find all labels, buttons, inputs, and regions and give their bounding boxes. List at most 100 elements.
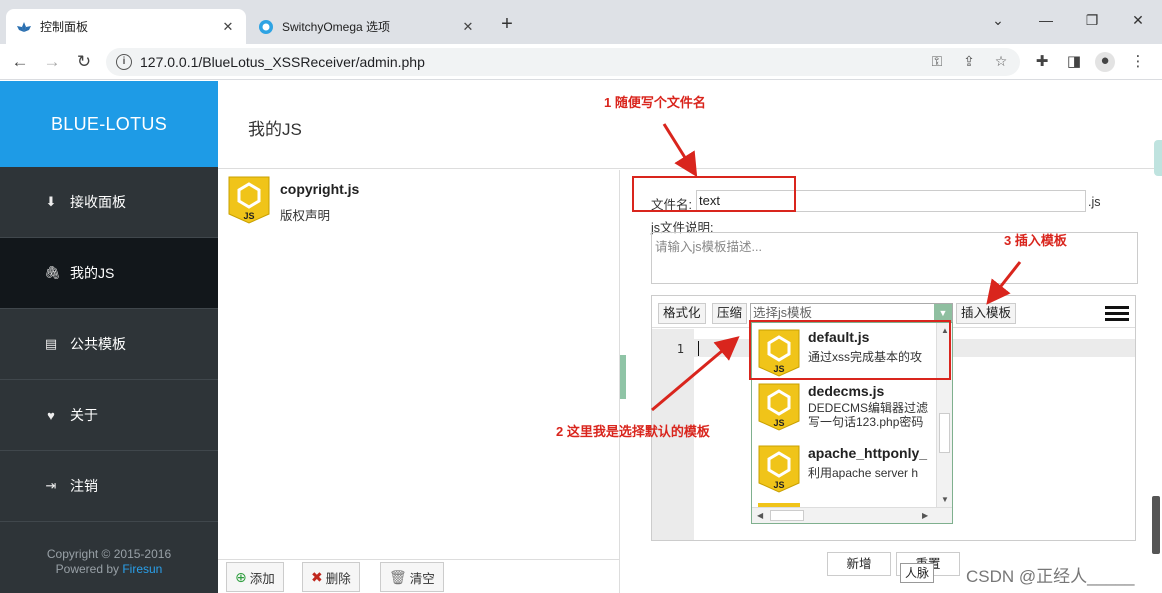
reload-icon[interactable]: ↻	[72, 50, 96, 74]
add-js-button[interactable]: ⊕ 添加	[226, 562, 284, 592]
page-title: 我的JS	[248, 120, 302, 139]
share-icon[interactable]: ⇪	[960, 53, 978, 71]
clear-label: 清空	[409, 571, 435, 586]
sidebar-item-logout[interactable]: ⇥ 注销	[0, 451, 218, 522]
js-list-pane: JS copyright.js 版权声明 ⊕ 添加 ✖ 删除 🗑 清空	[218, 170, 620, 593]
back-arrow-icon[interactable]: ←	[8, 50, 32, 74]
scroll-edge-handle	[1152, 496, 1160, 554]
template-desc: 利用apache server h	[808, 466, 919, 480]
svg-text:JS: JS	[773, 418, 784, 428]
template-name: dedecms.js	[808, 383, 885, 399]
scroll-right-icon[interactable]: ▶	[922, 511, 928, 520]
heart-icon: ♥	[47, 407, 55, 423]
lotus-favicon-icon	[16, 19, 32, 35]
add-label: 添加	[249, 571, 275, 586]
sidebar-item-my-js[interactable]: 🖇 我的JS	[0, 238, 218, 309]
format-button[interactable]: 格式化	[658, 303, 706, 324]
browser-menu-icon[interactable]: ⋮	[1128, 52, 1148, 72]
template-desc: DEDECMS编辑器过滤	[808, 401, 929, 415]
dropdown-horizontal-scrollbar[interactable]: ◀ ▶	[752, 507, 952, 523]
firesun-link[interactable]: Firesun	[122, 562, 162, 576]
scroll-thumb[interactable]	[770, 510, 804, 521]
list-footer: ⊕ 添加 ✖ 删除 🗑 清空	[218, 559, 620, 593]
pane-splitter-handle[interactable]	[620, 355, 626, 399]
restore-window-icon[interactable]: ❐	[1080, 12, 1104, 34]
password-key-icon[interactable]: ⚿	[928, 53, 946, 71]
delete-x-icon: ✖	[311, 568, 323, 585]
browser-toolbar: ← → ↻ i 127.0.0.1/BlueLotus_XSSReceiver/…	[0, 44, 1162, 80]
document-icon: ▤	[44, 336, 58, 351]
close-window-icon[interactable]: ✕	[1126, 12, 1150, 34]
sidebar-item-label: 接收面板	[70, 194, 126, 210]
filename-suffix: .js	[1088, 195, 1101, 209]
svg-text:JS: JS	[243, 211, 254, 221]
ime-tooltip: 人脉	[900, 563, 934, 583]
sidebar-item-public-templates[interactable]: ▤ 公共模板	[0, 309, 218, 380]
sidebar: BLUE-LOTUS ⬇ 接收面板 🖇 我的JS ▤ 公共模板 ♥ 关于 ⇥ 注…	[0, 81, 218, 593]
extensions-puzzle-icon[interactable]: ✚	[1032, 52, 1052, 72]
address-url: 127.0.0.1/BlueLotus_XSSReceiver/admin.ph…	[140, 54, 425, 70]
download-tray-icon: ⬇	[45, 194, 57, 209]
add-new-button[interactable]: 新增	[827, 552, 891, 576]
list-item[interactable]: JS apache_httponly_ 利用apache server h	[758, 445, 927, 493]
tab-title: 控制面板	[40, 20, 89, 34]
sidebar-item-label: 注销	[70, 478, 98, 494]
brand-title[interactable]: BLUE-LOTUS	[0, 81, 218, 167]
delete-label: 删除	[325, 571, 351, 586]
minimize-window-icon[interactable]: —	[1034, 12, 1058, 34]
js-badge-icon: JS	[758, 383, 800, 431]
bookmark-star-icon[interactable]: ☆	[992, 53, 1010, 71]
sign-out-icon: ⇥	[45, 478, 57, 493]
scroll-thumb[interactable]	[939, 413, 950, 453]
sidebar-item-about[interactable]: ♥ 关于	[0, 380, 218, 451]
trash-icon: 🗑	[389, 568, 407, 585]
scroll-left-icon[interactable]: ◀	[757, 511, 763, 520]
tab-close-icon[interactable]: ✕	[220, 19, 236, 35]
insert-template-button[interactable]: 插入模板	[956, 303, 1017, 324]
copyright-footer: Copyright © 2015-2016 Powered by Firesun	[0, 547, 218, 577]
clear-js-button[interactable]: 🗑 清空	[380, 562, 444, 592]
annotation-step1: 1 随便写个文件名	[604, 95, 706, 110]
copyright-text: Copyright © 2015-2016	[46, 547, 172, 561]
tab-close-icon[interactable]: ✕	[460, 19, 476, 35]
new-tab-button[interactable]: +	[496, 14, 518, 36]
js-badge-icon: JS	[758, 445, 800, 493]
forward-arrow-icon[interactable]: →	[40, 50, 64, 74]
sidebar-item-label: 公共模板	[70, 336, 126, 352]
tab-title: SwitchyOmega 选项	[282, 20, 391, 34]
annotation-step3: 3 插入模板	[1004, 233, 1067, 248]
template-select-value: 选择js模板	[753, 306, 813, 320]
plus-circle-icon: ⊕	[235, 568, 247, 585]
switchyomega-favicon-icon	[258, 19, 274, 35]
browser-tab-strip: 控制面板 ✕ SwitchyOmega 选项 ✕ + ⌄ — ❐ ✕	[0, 0, 1162, 44]
screenshot-root: 控制面板 ✕ SwitchyOmega 选项 ✕ + ⌄ — ❐ ✕ ← → ↻…	[0, 0, 1162, 593]
profile-avatar-icon[interactable]: ●	[1095, 52, 1115, 72]
sidebar-item-receive-panel[interactable]: ⬇ 接收面板	[0, 167, 218, 238]
list-item[interactable]: JS dedecms.js DEDECMS编辑器过滤 写一句话123.php密码	[758, 383, 928, 431]
sidebar-item-label: 我的JS	[70, 265, 115, 281]
sidebar-item-label: 关于	[70, 407, 98, 423]
line-number: 1	[676, 342, 684, 356]
svg-text:JS: JS	[773, 480, 784, 490]
js-file-desc: 版权声明	[280, 209, 331, 223]
paperclip-icon: 🖇	[44, 265, 61, 280]
edge-tab-handle	[1154, 140, 1162, 176]
text-cursor	[698, 341, 699, 356]
template-desc-line2: 写一句话123.php密码	[808, 415, 924, 429]
browser-tab-control-panel[interactable]: 控制面板 ✕	[6, 9, 246, 44]
tab-search-chevron-icon[interactable]: ⌄	[986, 12, 1010, 34]
address-bar[interactable]: i 127.0.0.1/BlueLotus_XSSReceiver/admin.…	[106, 48, 1020, 76]
annotation-step2: 2 这里我是选择默认的模板	[556, 424, 710, 439]
compress-button[interactable]: 压缩	[712, 303, 748, 324]
list-item[interactable]: JS copyright.js 版权声明	[228, 176, 359, 224]
browser-tab-switchyomega[interactable]: SwitchyOmega 选项 ✕	[248, 9, 486, 44]
hamburger-menu-icon[interactable]	[1105, 306, 1129, 322]
side-panel-icon[interactable]: ◨	[1064, 52, 1084, 72]
template-name: apache_httponly_	[808, 445, 928, 461]
delete-js-button[interactable]: ✖ 删除	[302, 562, 360, 592]
js-badge-icon: JS	[228, 176, 270, 224]
annotation-box-filename	[632, 176, 796, 212]
powered-by-text: Powered by	[55, 562, 123, 576]
scroll-down-icon[interactable]: ▼	[941, 495, 949, 504]
site-info-icon[interactable]: i	[116, 54, 132, 70]
